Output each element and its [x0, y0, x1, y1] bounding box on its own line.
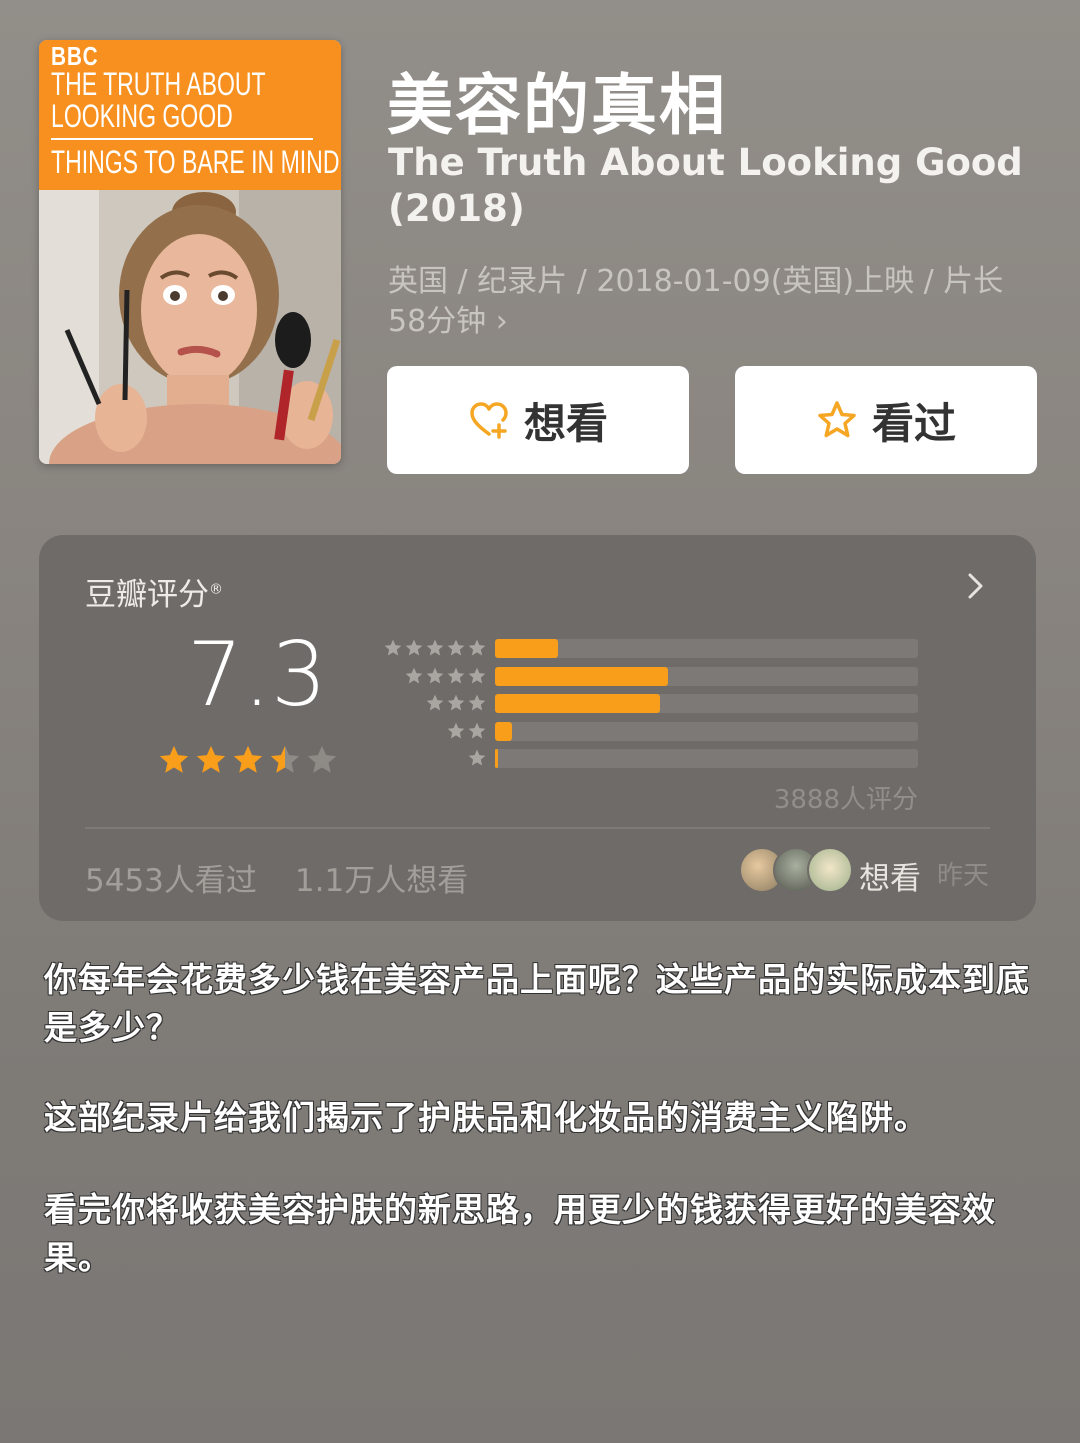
score-star-icon [159, 745, 189, 773]
row-stars [383, 638, 487, 658]
rating-distribution [369, 635, 929, 773]
star-outline-icon [818, 401, 856, 438]
row-stars [467, 748, 487, 768]
small-star-icon [468, 722, 486, 738]
poster-line-1: THE TRUTH ABOUT [51, 66, 266, 102]
rating-bar-track [495, 694, 918, 713]
rating-bar [495, 666, 669, 686]
chevron-right-icon[interactable] [960, 571, 990, 601]
poster-line-2: LOOKING GOOD [51, 98, 233, 134]
small-star-icon [426, 667, 444, 683]
description-paragraph-3: 看完你将收获美容护肤的新思路，用更少的钱获得更好的美容效果。 [44, 1190, 996, 1277]
small-star-icon [468, 667, 486, 683]
rating-row-2-star [369, 718, 929, 746]
rating-row-5-star [369, 635, 929, 663]
row-stars [404, 666, 487, 686]
friends-action: 想看 [859, 861, 921, 897]
douban-rating-card[interactable]: 豆瓣评分® 7.3 3888人评分 5453人看过 1.1万人想看 想看 昨天 [39, 535, 1036, 921]
rating-divider [85, 827, 990, 829]
rating-bar [495, 749, 498, 768]
small-star-icon [447, 722, 465, 738]
friend-avatars[interactable] [739, 847, 853, 893]
movie-title-en: The Truth About Looking Good (2018) [388, 141, 1023, 230]
row-stars [446, 721, 487, 741]
poster-title-band: BBC THE TRUTH ABOUT LOOKING GOOD THINGS … [39, 40, 341, 190]
rating-bar [495, 639, 559, 658]
movie-poster[interactable]: BBC THE TRUTH ABOUT LOOKING GOOD THINGS … [39, 40, 341, 464]
rating-row-1-star [369, 745, 929, 773]
movie-title-cn: 美容的真相 [387, 67, 727, 144]
want-button-label: 想看 [523, 398, 608, 448]
small-star-icon [468, 639, 486, 656]
rating-bar [495, 721, 512, 741]
small-star-icon [384, 639, 402, 656]
avatar [807, 847, 853, 893]
watched-button[interactable]: 看过 [735, 366, 1037, 474]
small-star-icon [426, 639, 444, 656]
description-paragraph-1: 你每年会花费多少钱在美容产品上面呢？这些产品的实际成本到底是多少？ [44, 960, 1030, 1047]
heart-plus-icon [470, 402, 508, 439]
rating-bar-track [495, 666, 918, 686]
seen-button-label: 看过 [871, 398, 956, 448]
row-stars [425, 693, 487, 713]
small-star-icon [447, 694, 465, 711]
rating-bar [495, 694, 660, 713]
friends-time: 昨天 [937, 861, 990, 891]
poster-rule [51, 138, 313, 140]
description-paragraph-2: 这部纪录片给我们揭示了护肤品和化妆品的消费主义陷阱。 [44, 1098, 928, 1137]
rating-bar-track [495, 721, 918, 741]
seen-count: 5453人看过 [85, 863, 257, 899]
poster-line-3: THINGS TO BARE IN MIND [51, 144, 340, 180]
poster-photo [39, 190, 341, 464]
small-star-icon [447, 667, 465, 683]
rating-score: 7.3 [187, 623, 327, 726]
poster-brand: BBC [51, 41, 99, 71]
movie-meta-link[interactable]: 英国 / 纪录片 / 2018-01-09(英国)上映 / 片长58分钟 › [388, 262, 1038, 342]
want-count: 1.1万人想看 [294, 863, 469, 899]
rating-card-title: 豆瓣评分® [85, 569, 223, 614]
score-stars [157, 743, 339, 777]
score-star-icon [233, 745, 263, 773]
small-star-icon [468, 749, 486, 766]
watch-stats: 5453人看过 1.1万人想看 [85, 855, 468, 900]
small-star-icon [405, 667, 423, 683]
rating-title-text: 豆瓣评分 [85, 577, 209, 613]
score-star-icon [196, 745, 226, 773]
small-star-icon [447, 639, 465, 656]
rating-row-4-star [369, 663, 929, 691]
rating-row-3-star [369, 690, 929, 718]
rating-bar-track [495, 639, 918, 658]
want-to-watch-button[interactable]: 想看 [387, 366, 689, 474]
rating-bar-track [495, 749, 918, 768]
rating-count: 3888人评分 [773, 785, 918, 815]
small-star-icon [468, 694, 486, 711]
score-star-icon [307, 745, 337, 773]
score-star-icon [270, 745, 300, 773]
small-star-icon [426, 694, 444, 711]
small-star-icon [405, 639, 423, 656]
registered-mark: ® [209, 581, 223, 598]
